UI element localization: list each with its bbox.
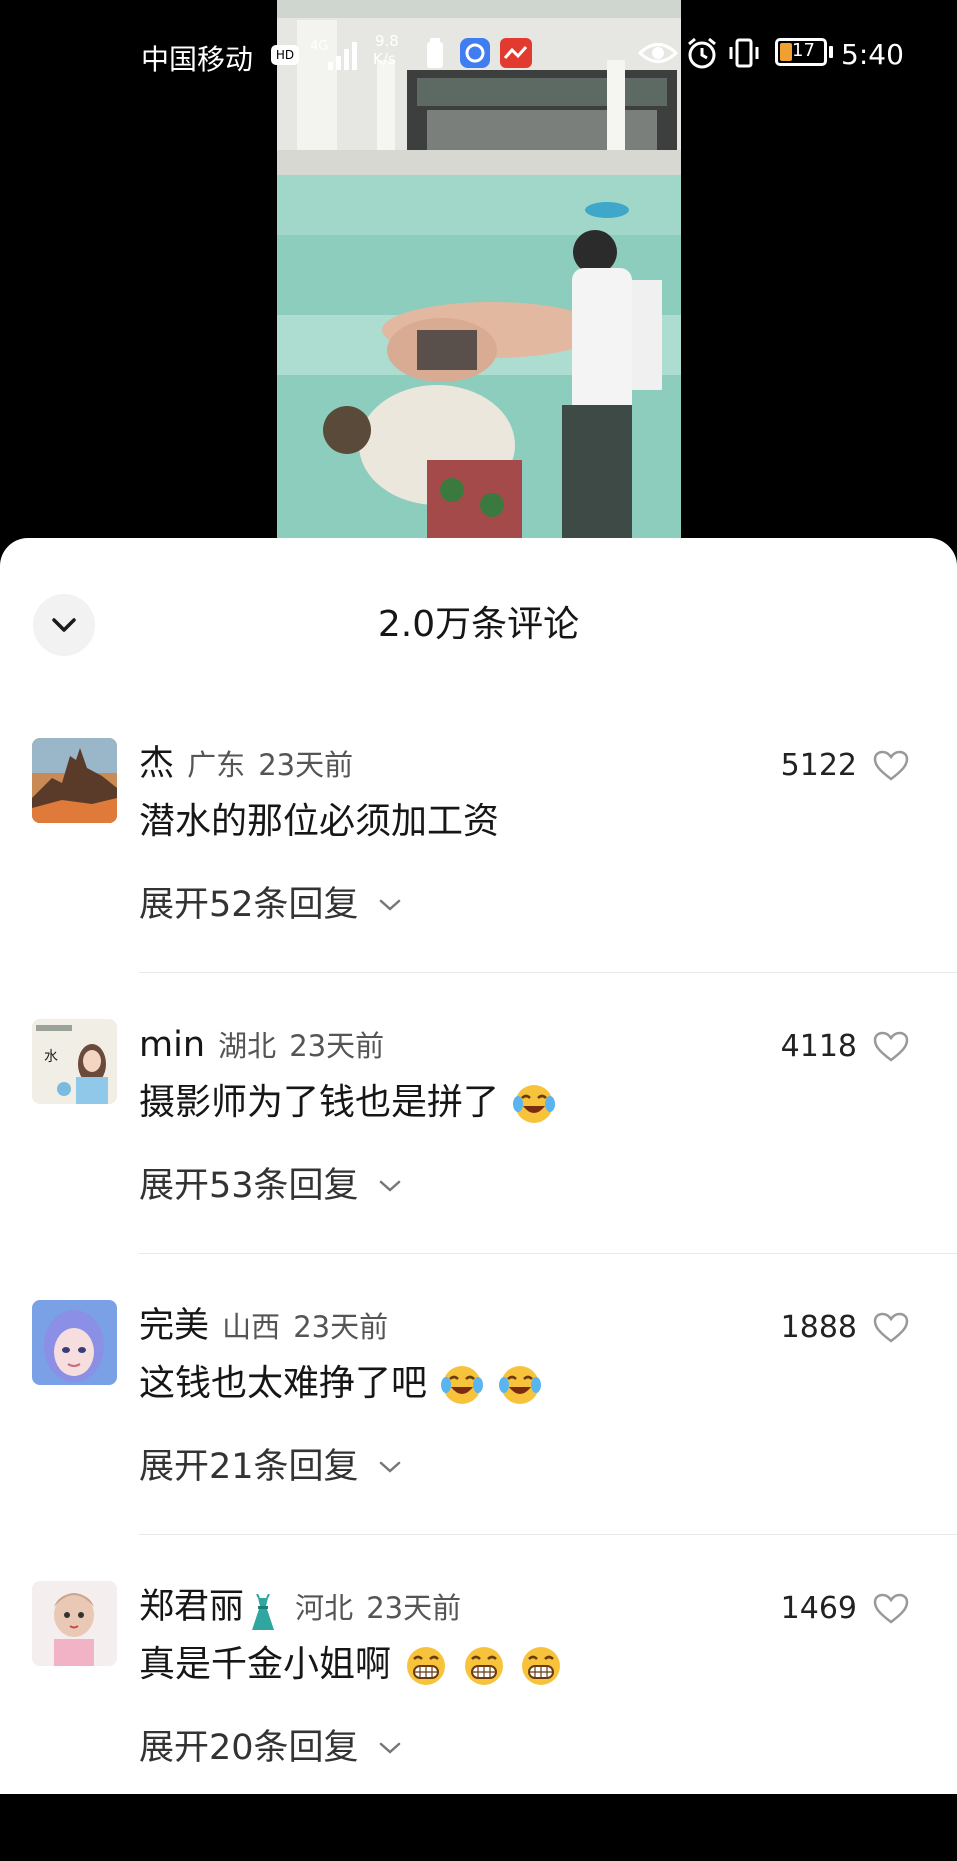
username[interactable]: 郑君丽: [139, 1587, 244, 1627]
avatar[interactable]: 水: [32, 1019, 117, 1104]
like-count: 4118: [780, 1029, 857, 1064]
eye-comfort-icon: [638, 43, 678, 63]
like-button[interactable]: 1888: [781, 1310, 909, 1345]
comment-text: 摄影师为了钱也是拼了: [139, 1077, 556, 1129]
signal-icon: [328, 42, 357, 70]
replies-label: 展开52条回复: [139, 885, 359, 925]
video-scene-image: [277, 0, 681, 538]
grinning-emoji-icon: [522, 1647, 561, 1685]
like-button[interactable]: 5122: [781, 748, 909, 783]
carrier-name: 中国移动: [141, 43, 254, 76]
chevron-down-icon: [379, 1742, 400, 1754]
chevron-down-icon: [379, 1461, 400, 1473]
expand-replies-button[interactable]: 展开52条回复: [139, 880, 401, 930]
heart-icon[interactable]: [873, 1312, 909, 1344]
expand-replies-button[interactable]: 展开53条回复: [139, 1161, 401, 1211]
network-type: 4G: [310, 39, 329, 54]
avatar-anime-girl-image: [32, 1300, 117, 1385]
comment-text: 真是千金小姐啊: [139, 1639, 563, 1691]
laughing-crying-emoji-icon: [498, 1366, 541, 1404]
avatar-desert-rock-image: [32, 738, 117, 823]
clock-time: 5:40: [841, 38, 904, 71]
like-button[interactable]: 4118: [781, 1029, 909, 1064]
comment-meta: 完美 山西 23天前: [139, 1304, 388, 1354]
time-ago: 23天前: [366, 1591, 462, 1625]
time-ago: 23天前: [289, 1029, 385, 1063]
comment-body: 潜水的那位必须加工资: [139, 801, 500, 842]
battery-tip: [829, 46, 833, 58]
comment-item: 杰 广东 23天前 5122 潜水的那位必须加工资 展开52条回复: [0, 738, 957, 1018]
comment-meta: 杰 广东 23天前: [139, 742, 353, 792]
divider: [139, 1534, 957, 1535]
heart-icon[interactable]: [873, 750, 909, 782]
like-count: 1469: [780, 1591, 857, 1626]
comment-item: 水 min 湖北 23天前 4118 摄影师为了钱也是拼了 展开53条回复: [0, 1019, 957, 1299]
comment-meta: min 湖北 23天前: [139, 1023, 384, 1073]
avatar[interactable]: [32, 1581, 117, 1666]
comments-count-title: 2.0万条评论: [377, 604, 580, 645]
region: 湖北: [218, 1029, 277, 1063]
video-frame[interactable]: [277, 0, 681, 538]
replies-label: 展开53条回复: [139, 1166, 359, 1206]
status-bar: 中国移动 HD 4G 9.8 K/s 17 5:40: [0, 30, 957, 80]
comment-meta: 郑君丽 河北 23天前: [139, 1585, 461, 1635]
avatar[interactable]: [32, 1300, 117, 1385]
expand-replies-button[interactable]: 展开20条回复: [139, 1723, 401, 1773]
time-ago: 23天前: [293, 1310, 389, 1344]
grinning-emoji-icon: [464, 1647, 503, 1685]
laughing-crying-emoji-icon: [513, 1085, 556, 1123]
svg-text:水: 水: [44, 1049, 58, 1065]
battery-icon: 17: [775, 38, 827, 66]
chevron-down-icon: [379, 899, 400, 911]
username[interactable]: 杰: [139, 744, 174, 784]
time-ago: 23天前: [258, 748, 354, 782]
comments-sheet: 2.0万条评论 杰 广东 23天前 5122 潜水的那位必须加工资 展开52条回…: [0, 538, 957, 1794]
chevron-down-icon: [379, 1180, 400, 1192]
heart-icon[interactable]: [873, 1593, 909, 1625]
username[interactable]: min: [139, 1025, 205, 1065]
hd-badge: HD: [271, 45, 299, 65]
comment-item: 郑君丽 河北 23天前 1469 真是千金小姐啊 展开20条回复: [0, 1581, 957, 1861]
comment-body: 摄影师为了钱也是拼了: [139, 1082, 500, 1123]
expand-replies-button[interactable]: 展开21条回复: [139, 1442, 401, 1492]
battery-saver-icon: [427, 38, 443, 68]
heart-icon[interactable]: [873, 1031, 909, 1063]
avatar[interactable]: [32, 738, 117, 823]
divider: [139, 972, 957, 973]
region: 河北: [295, 1591, 354, 1625]
like-count: 5122: [780, 748, 857, 783]
region: 山西: [222, 1310, 281, 1344]
username[interactable]: 完美: [139, 1306, 209, 1346]
alarm-icon: [688, 37, 716, 69]
region: 广东: [187, 748, 246, 782]
comment-text: 这钱也太难挣了吧: [139, 1358, 542, 1410]
net-speed-value: 9.8: [375, 32, 399, 50]
video-player[interactable]: [0, 0, 957, 560]
comment-body: 真是千金小姐啊: [139, 1644, 392, 1685]
replies-label: 展开21条回复: [139, 1447, 359, 1487]
divider: [139, 1253, 957, 1254]
comment-item: 完美 山西 23天前 1888 这钱也太难挣了吧 展开21条回复: [0, 1300, 957, 1580]
laughing-crying-emoji-icon: [441, 1366, 484, 1404]
app-notification-icon: [500, 38, 532, 68]
replies-label: 展开20条回复: [139, 1728, 359, 1768]
comment-body: 这钱也太难挣了吧: [139, 1363, 428, 1404]
grinning-emoji-icon: [407, 1647, 446, 1685]
vibrate-icon: [729, 38, 759, 68]
avatar-illustrated-girl-image: 水: [32, 1019, 117, 1104]
comment-text: 潜水的那位必须加工资: [139, 796, 499, 848]
battery-level: 17: [792, 40, 815, 61]
net-speed-unit: K/s: [373, 50, 396, 68]
music-app-icon: [460, 38, 490, 68]
dress-emoji-icon: [252, 1593, 275, 1630]
avatar-doll-girl-image: [32, 1581, 117, 1666]
like-count: 1888: [780, 1310, 857, 1345]
like-button[interactable]: 1469: [781, 1591, 909, 1626]
